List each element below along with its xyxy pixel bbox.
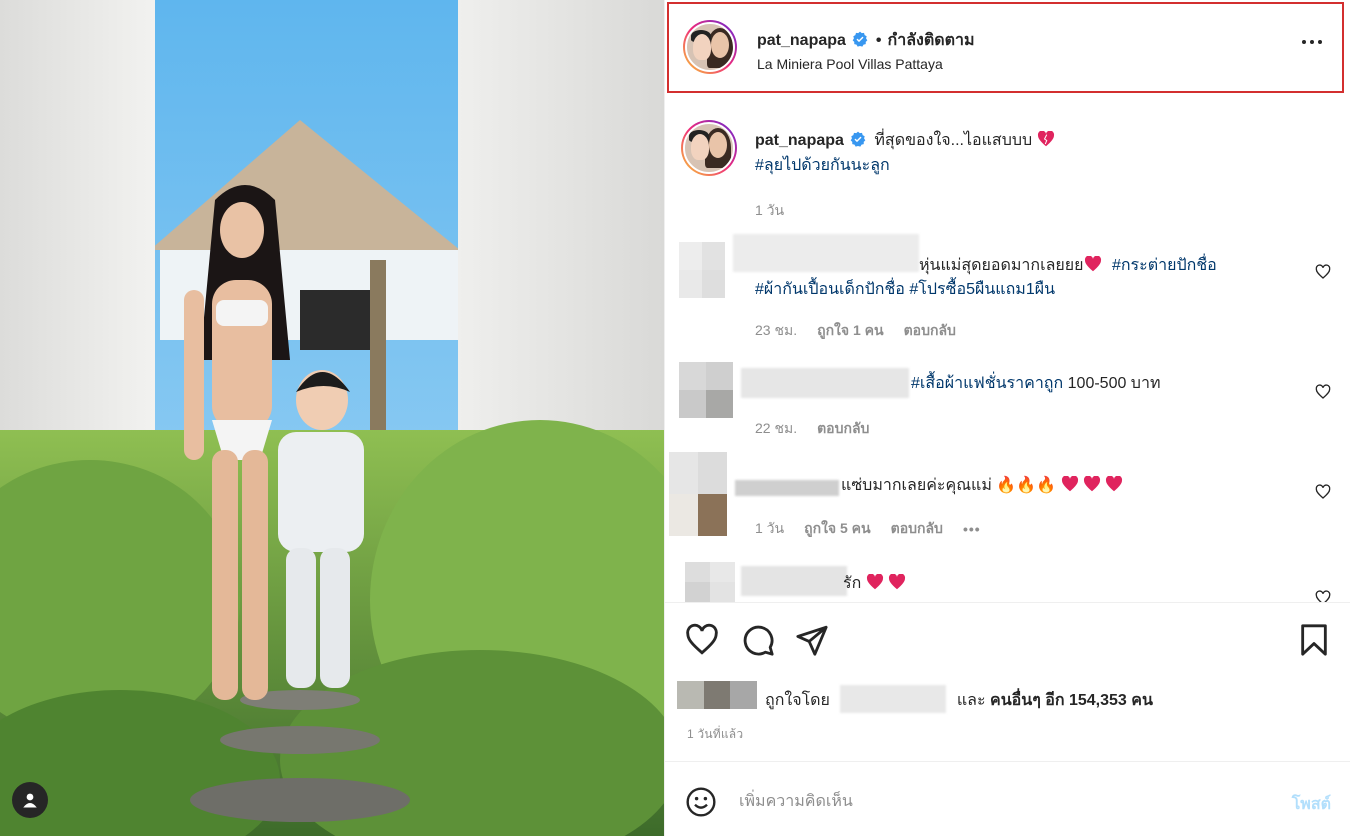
reply-button[interactable]: ตอบกลับ	[817, 418, 869, 440]
follow-status-button[interactable]: กำลังติดตาม	[888, 32, 975, 49]
heart-emoji-icon	[1106, 476, 1123, 492]
heart-icon[interactable]	[1315, 384, 1331, 400]
heart-icon[interactable]	[1315, 264, 1331, 280]
commenter-username-blurred[interactable]	[735, 480, 839, 496]
comment-hashtag[interactable]: #กระต่ายปักชื่อ	[1112, 257, 1217, 274]
heart-icon[interactable]	[685, 623, 719, 657]
liker-username-blurred[interactable]	[840, 685, 947, 713]
more-icon[interactable]	[1302, 40, 1322, 44]
caption-author-avatar[interactable]	[681, 120, 737, 176]
caption-time: 1 วัน	[755, 202, 785, 218]
comment-icon[interactable]	[741, 623, 775, 657]
reply-button[interactable]: ตอบกลับ	[891, 518, 943, 540]
post-comment-button[interactable]: โพสต์	[1292, 792, 1331, 817]
comment-text: แซ่บมากเลยค่ะคุณแม่	[841, 477, 992, 494]
separator-dot: •	[875, 32, 882, 49]
caption: pat_napapa ที่สุดของใจ...ไอแสบบบ #ลุยไปด…	[665, 96, 1350, 226]
fire-emoji-icon: 🔥🔥🔥	[996, 477, 1057, 494]
likes-others-count[interactable]: คนอื่นๆ อีก 154,353 คน	[990, 692, 1153, 709]
post-photo[interactable]	[0, 0, 664, 836]
comments-list[interactable]: pat_napapa ที่สุดของใจ...ไอแสบบบ #ลุยไปด…	[665, 96, 1350, 602]
author-username[interactable]: pat_napapa	[757, 32, 846, 49]
comment-time: 22 ชม.	[755, 420, 798, 436]
comment-time: 23 ชม.	[755, 322, 798, 338]
comment-time: 1 วัน	[755, 520, 785, 536]
comment-hashtag[interactable]: #ผ้ากันเปื้อนเด็กปักชื่อ #โปรซื้อ5ผืนแถม…	[755, 281, 1055, 298]
comment-text: รัก	[843, 575, 862, 592]
user-tag-button[interactable]	[12, 782, 48, 818]
comment-item: แซ่บมากเลยค่ะคุณแม่ 🔥🔥🔥 1 วัน ถูกใจ 5 คน…	[665, 452, 1350, 542]
commenter-avatar-pixelated[interactable]	[685, 562, 735, 602]
comment-item: หุ่นแม่สุดยอดมากเลยยย #กระต่ายปักชื่อ #ผ…	[665, 234, 1350, 338]
heart-emoji-icon	[1037, 131, 1054, 147]
commenter-avatar-pixelated[interactable]	[669, 452, 727, 536]
likes-prefix: ถูกใจโดย	[765, 692, 830, 709]
commenter-avatar-pixelated[interactable]	[679, 362, 733, 418]
liker-avatar-pixelated[interactable]	[677, 681, 757, 709]
post-date: 1 วันที่แล้ว	[687, 727, 744, 741]
user-tag-icon	[23, 793, 37, 808]
likes-summary: ถูกใจโดย และ คนอื่นๆ อีก 154,353 คน	[765, 685, 1153, 713]
add-comment-form: โพสต์	[665, 761, 1350, 836]
heart-emoji-icon	[1061, 476, 1078, 492]
comment-item: รัก	[665, 558, 1350, 602]
comment-input[interactable]	[739, 788, 1259, 816]
post-detail-panel: pat_napapa • กำลังติดตาม La Miniera Pool V…	[664, 0, 1350, 836]
verified-badge-icon	[852, 31, 868, 47]
heart-emoji-icon	[866, 574, 883, 590]
post-header: pat_napapa • กำลังติดตาม La Miniera Pool V…	[667, 2, 1344, 93]
comment-item: #เสื้อผ้าแฟชั่นราคาถูก 100-500 บาท 22 ชม…	[665, 360, 1350, 442]
heart-emoji-icon	[889, 574, 906, 590]
heart-emoji-icon	[1084, 476, 1101, 492]
post-actions: ถูกใจโดย และ คนอื่นๆ อีก 154,353 คน 1 วั…	[665, 602, 1350, 836]
commenter-username-blurred[interactable]	[741, 566, 847, 596]
heart-icon[interactable]	[1315, 484, 1331, 500]
author-avatar[interactable]	[683, 20, 737, 74]
comment-text: หุ่นแม่สุดยอดมากเลยยย	[919, 257, 1084, 274]
comment-likes[interactable]: ถูกใจ 1 คน	[817, 320, 884, 342]
comment-more-button[interactable]: •••	[963, 521, 981, 537]
reply-button[interactable]: ตอบกลับ	[904, 320, 956, 342]
commenter-avatar-pixelated[interactable]	[679, 242, 725, 298]
bookmark-icon[interactable]	[1297, 623, 1331, 657]
caption-username[interactable]: pat_napapa	[755, 132, 844, 149]
emoji-icon[interactable]	[685, 786, 717, 818]
share-icon[interactable]	[795, 623, 829, 657]
caption-hashtag[interactable]: #ลุยไปด้วยกันนะลูก	[755, 157, 890, 174]
heart-emoji-icon	[1084, 256, 1101, 272]
comment-hashtag[interactable]: #เสื้อผ้าแฟชั่นราคาถูก	[911, 375, 1063, 392]
comment-likes[interactable]: ถูกใจ 5 คน	[804, 518, 871, 540]
comment-text: 100-500 บาท	[1067, 375, 1161, 392]
verified-badge-icon	[850, 131, 866, 147]
caption-text: ที่สุดของใจ...ไอแสบบบ	[874, 132, 1033, 149]
heart-icon[interactable]	[1315, 590, 1331, 602]
likes-and: และ	[956, 692, 986, 709]
post-location[interactable]: La Miniera Pool Villas Pattaya	[757, 56, 943, 72]
commenter-username-blurred[interactable]	[741, 368, 909, 398]
